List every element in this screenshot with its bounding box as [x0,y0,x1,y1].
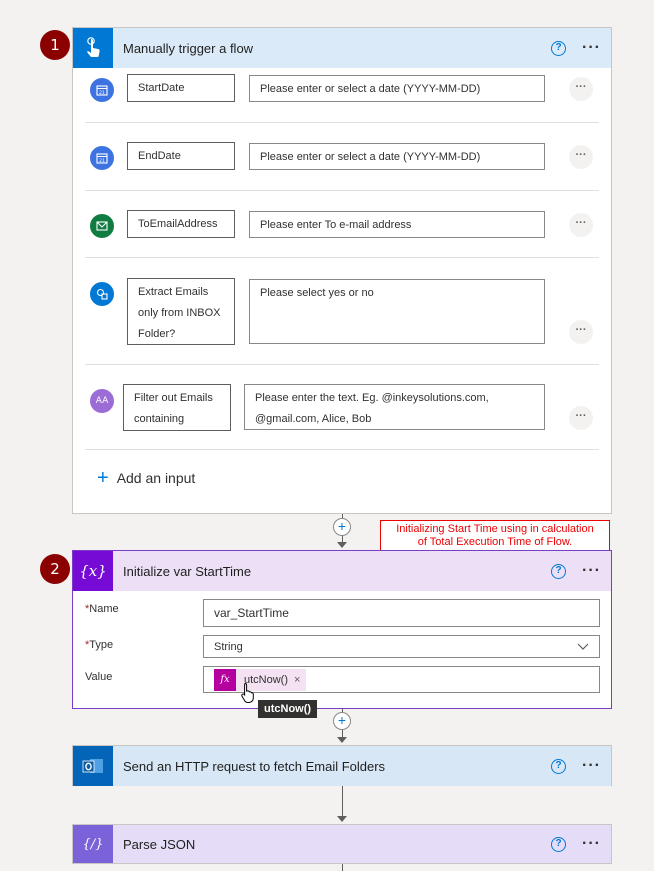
param-label-extract-emails[interactable]: Extract Emails only from INBOX Folder? [127,278,235,345]
outlook-icon [73,746,113,786]
trigger-card: Manually trigger a flow ? ··· 21 StartDa… [72,27,612,514]
name-label-text: Name [89,603,119,615]
add-input-label: Add an input [116,470,196,486]
annotation-line: of Total Execution Time of Flow. [417,536,573,548]
help-icon[interactable]: ? [551,40,567,56]
annotation-note: Initializing Start Time using in calcula… [380,520,610,552]
hand-cursor-icon [241,682,254,703]
help-icon[interactable]: ? [551,563,567,579]
label-line: Folder? [138,328,176,340]
http-request-title: Send an HTTP request to fetch Email Fold… [123,758,386,774]
label-line: Filter out Emails [134,392,213,404]
row-divider [85,257,599,258]
more-options-icon[interactable]: ··· [582,39,601,57]
arrow-icon [337,542,347,548]
svg-text:21: 21 [99,158,105,164]
param-label-filter-emails[interactable]: Filter out Emails containing [123,384,231,431]
param-input-extract-emails[interactable]: Please select yes or no [249,279,545,344]
remove-token-icon[interactable]: × [294,674,306,686]
label-line: Extract Emails [138,286,209,298]
chevron-down-icon [577,643,589,650]
step-number-badge: 2 [40,554,70,584]
calendar-icon: 21 [90,78,114,102]
insert-step-button[interactable]: + [333,712,351,730]
http-request-header[interactable]: Send an HTTP request to fetch Email Fold… [73,746,611,786]
value-field[interactable]: fx utcNow() × [203,666,600,693]
input-line: @gmail.com, Alice, Bob [255,413,372,425]
expression-token[interactable]: fx utcNow() × [214,668,307,691]
step-number-badge: 1 [40,30,70,60]
param-label-toemail[interactable]: ToEmailAddress [127,210,235,238]
type-dropdown[interactable]: String [203,635,600,658]
parse-json-title: Parse JSON [123,836,196,852]
param-input-filter-emails[interactable]: Please enter the text. Eg. @inkeysolutio… [244,384,545,430]
initialize-variable-card: {x} Initialize var StartTime ? ··· *Name… [72,550,612,709]
param-label-enddate[interactable]: EndDate [127,142,235,170]
row-divider [85,190,599,191]
row-more-button[interactable]: ··· [569,406,593,430]
parse-json-icon: {/} [73,825,113,863]
calendar-icon: 21 [90,146,114,170]
more-options-icon[interactable]: ··· [582,757,601,775]
row-divider [85,449,599,450]
param-label-startdate[interactable]: StartDate [127,74,235,102]
type-dropdown-value: String [214,640,243,653]
arrow-icon [337,737,347,743]
yesno-icon [90,282,114,306]
row-more-button[interactable]: ··· [569,145,593,169]
row-more-button[interactable]: ··· [569,320,593,344]
connector-line [342,864,343,871]
param-input-enddate[interactable]: Please enter or select a date (YYYY-MM-D… [249,143,545,170]
more-options-icon[interactable]: ··· [582,562,601,580]
function-icon: fx [214,668,236,691]
name-field[interactable]: var_StartTime [203,599,600,627]
variable-icon: {x} [73,551,113,591]
annotation-line: Initializing Start Time using in calcula… [396,523,594,535]
trigger-title: Manually trigger a flow [123,40,254,56]
initialize-variable-title: Initialize var StartTime [123,563,252,579]
label-line: only from INBOX [138,307,221,319]
type-label-text: Type [89,639,114,651]
text-icon: AA [90,389,114,413]
svg-text:21: 21 [99,90,105,96]
parse-json-card[interactable]: {/} Parse JSON ? ··· [72,824,612,864]
input-line: Please enter the text. Eg. @inkeysolutio… [255,392,489,404]
row-more-button[interactable]: ··· [569,213,593,237]
more-options-icon[interactable]: ··· [582,835,601,853]
type-field-label: *Type [85,639,113,651]
touch-trigger-icon [73,28,113,68]
email-icon [90,214,114,238]
help-icon[interactable]: ? [551,836,567,852]
tooltip: utcNow() [258,700,318,718]
param-input-toemail[interactable]: Please enter To e-mail address [249,211,545,238]
name-field-label: *Name [85,603,119,615]
initialize-variable-header[interactable]: {x} Initialize var StartTime ? ··· [73,551,611,591]
row-divider [85,364,599,365]
param-input-startdate[interactable]: Please enter or select a date (YYYY-MM-D… [249,75,545,102]
http-request-card[interactable]: Send an HTTP request to fetch Email Fold… [72,745,612,786]
label-line: containing [134,413,185,425]
plus-icon: + [97,467,109,489]
insert-step-button[interactable]: + [333,518,351,536]
add-input-button[interactable]: + Add an input [97,467,196,489]
arrow-icon [337,816,347,822]
row-divider [85,122,599,123]
value-field-label: Value [85,671,113,683]
parse-json-header[interactable]: {/} Parse JSON ? ··· [73,825,611,863]
trigger-card-header[interactable]: Manually trigger a flow ? ··· [73,28,611,68]
help-icon[interactable]: ? [551,758,567,774]
row-more-button[interactable]: ··· [569,77,593,101]
